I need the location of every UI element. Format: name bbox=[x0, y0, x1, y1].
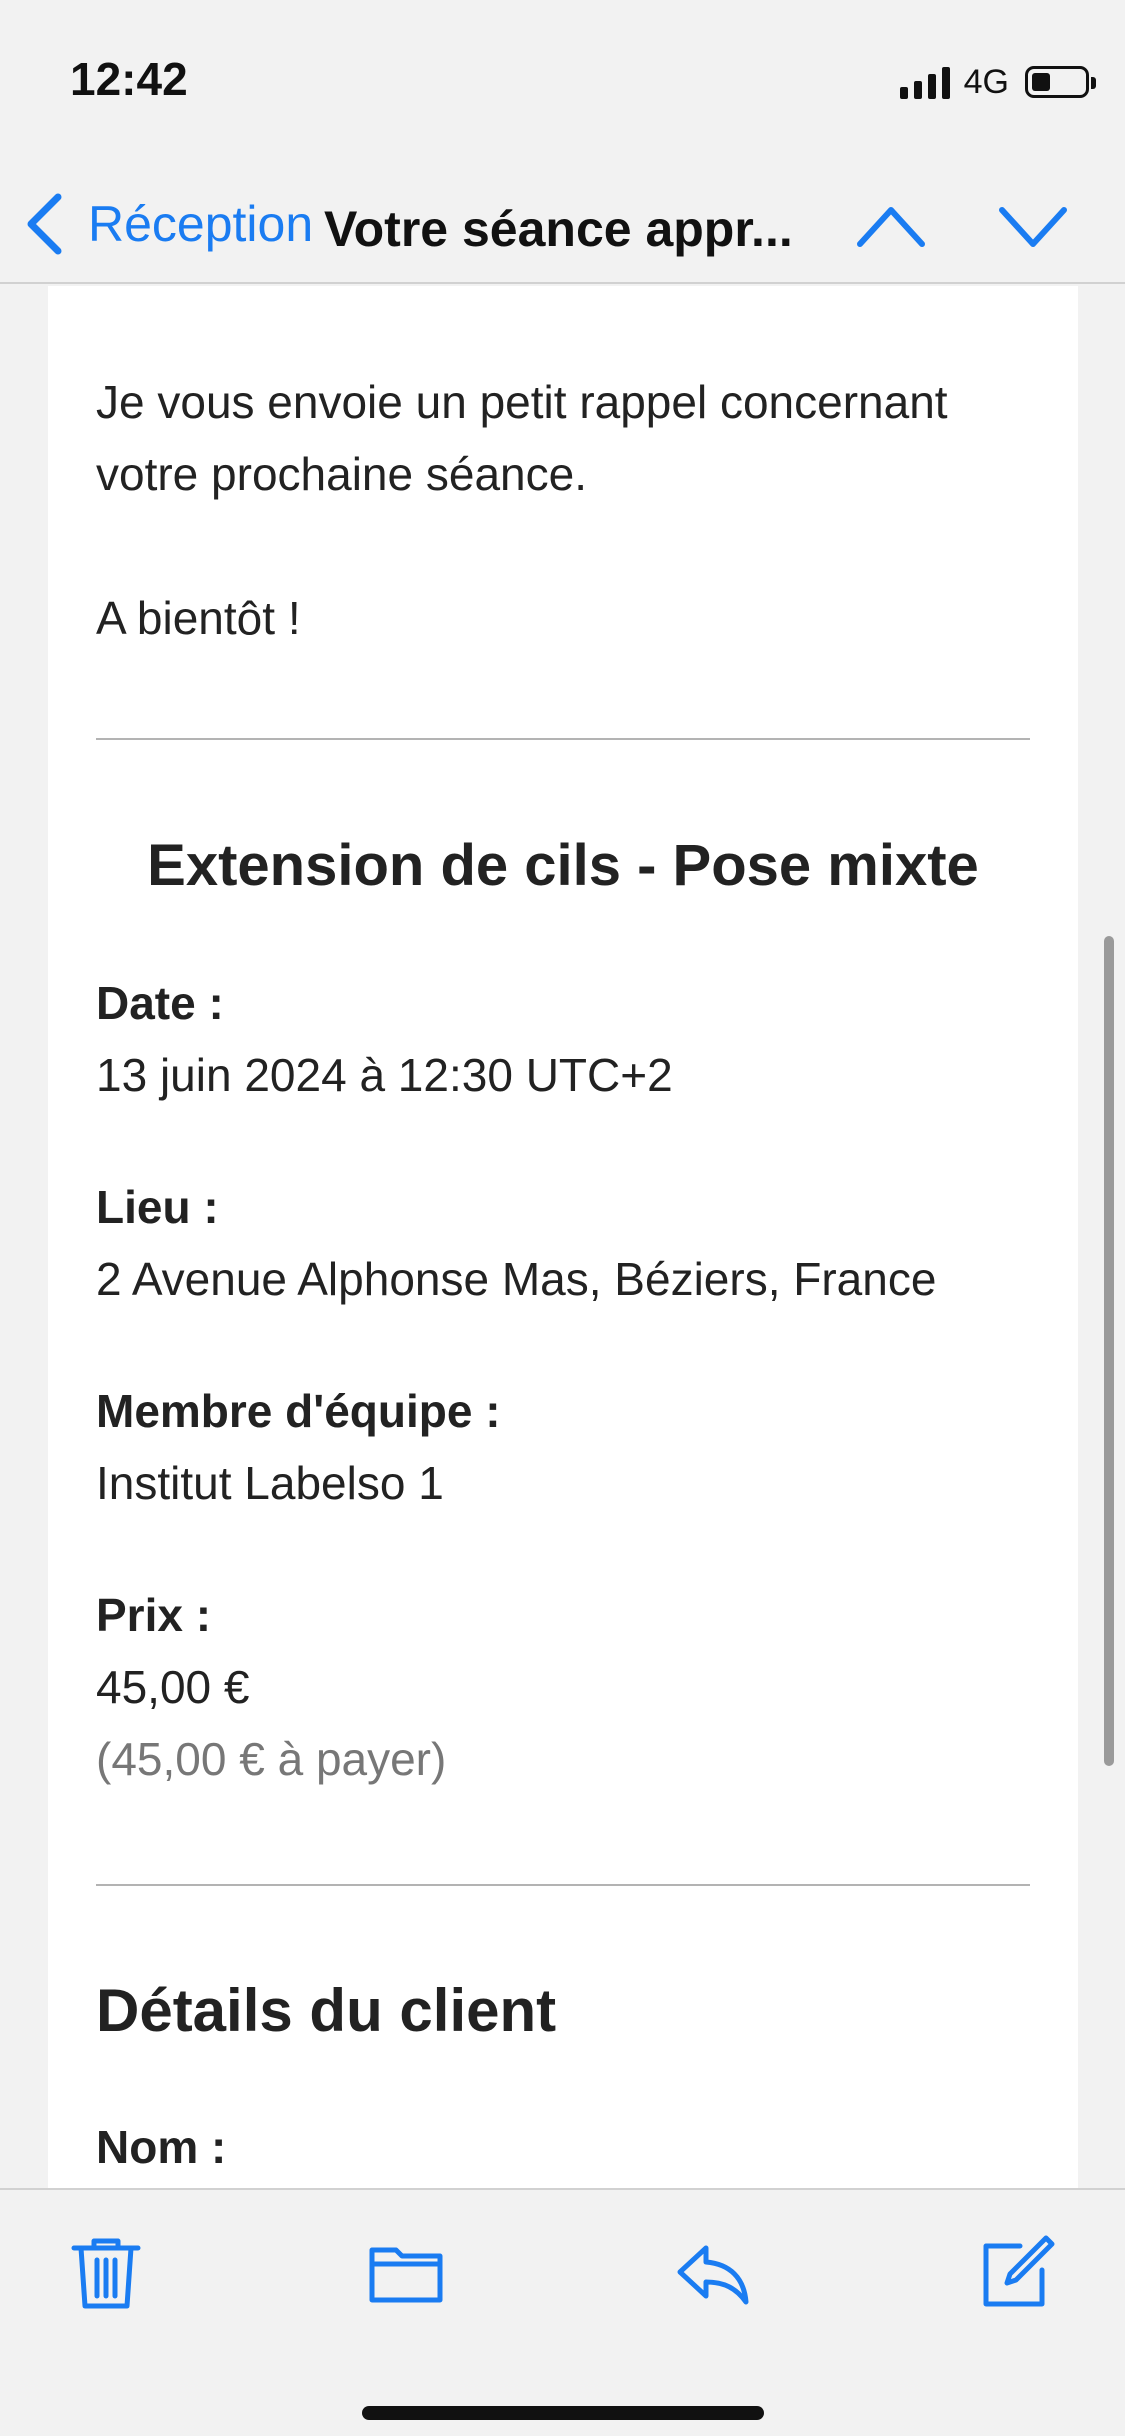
team-member-value: Institut Labelso 1 bbox=[96, 1457, 444, 1509]
date-value: 13 juin 2024 à 12:30 UTC+2 bbox=[96, 1049, 673, 1101]
price-due-note: (45,00 € à payer) bbox=[96, 1733, 447, 1785]
chevron-left-icon bbox=[27, 193, 62, 255]
battery-icon bbox=[1025, 66, 1096, 98]
status-time: 12:42 bbox=[70, 53, 188, 105]
back-label: Réception bbox=[88, 196, 314, 252]
bottom-toolbar bbox=[0, 2188, 1125, 2436]
service-title: Extension de cils - Pose mixte bbox=[147, 833, 979, 898]
team-member-label: Membre d'équipe : bbox=[96, 1385, 501, 1437]
date-label: Date : bbox=[96, 977, 224, 1029]
folder-icon[interactable] bbox=[366, 2232, 446, 2312]
client-details-title: Détails du client bbox=[96, 1977, 557, 2044]
scrollbar[interactable] bbox=[1104, 936, 1114, 1766]
email-subject-title: Votre séance appr... bbox=[324, 201, 793, 257]
status-bar: 12:42 4G bbox=[0, 0, 1125, 160]
email-body: Je vous envoie un petit rappel concernan… bbox=[48, 286, 1078, 2188]
previous-message-chevron-up-icon[interactable] bbox=[856, 196, 926, 256]
divider bbox=[96, 738, 1030, 740]
home-indicator[interactable] bbox=[362, 2406, 764, 2420]
price-value: 45,00 € bbox=[96, 1661, 250, 1713]
back-button[interactable]: Réception bbox=[24, 184, 313, 264]
location-value[interactable]: 2 Avenue Alphonse Mas, Béziers, France bbox=[96, 1252, 936, 1306]
email-greeting: A bientôt ! bbox=[96, 592, 301, 644]
location-label: Lieu : bbox=[96, 1181, 219, 1233]
status-indicators: 4G bbox=[899, 60, 1096, 104]
compose-icon[interactable] bbox=[976, 2232, 1056, 2312]
divider bbox=[96, 1884, 1030, 1886]
email-intro-text: Je vous envoie un petit rappel concernan… bbox=[96, 376, 948, 500]
navigation-bar: Réception Votre séance appr... bbox=[0, 160, 1125, 284]
trash-icon[interactable] bbox=[66, 2232, 146, 2312]
network-type: 4G bbox=[963, 62, 1009, 101]
reply-icon[interactable] bbox=[672, 2232, 752, 2312]
price-label: Prix : bbox=[96, 1589, 212, 1641]
client-name-label: Nom : bbox=[96, 2121, 227, 2173]
next-message-chevron-down-icon[interactable] bbox=[998, 196, 1068, 256]
cellular-signal-icon bbox=[899, 65, 950, 99]
